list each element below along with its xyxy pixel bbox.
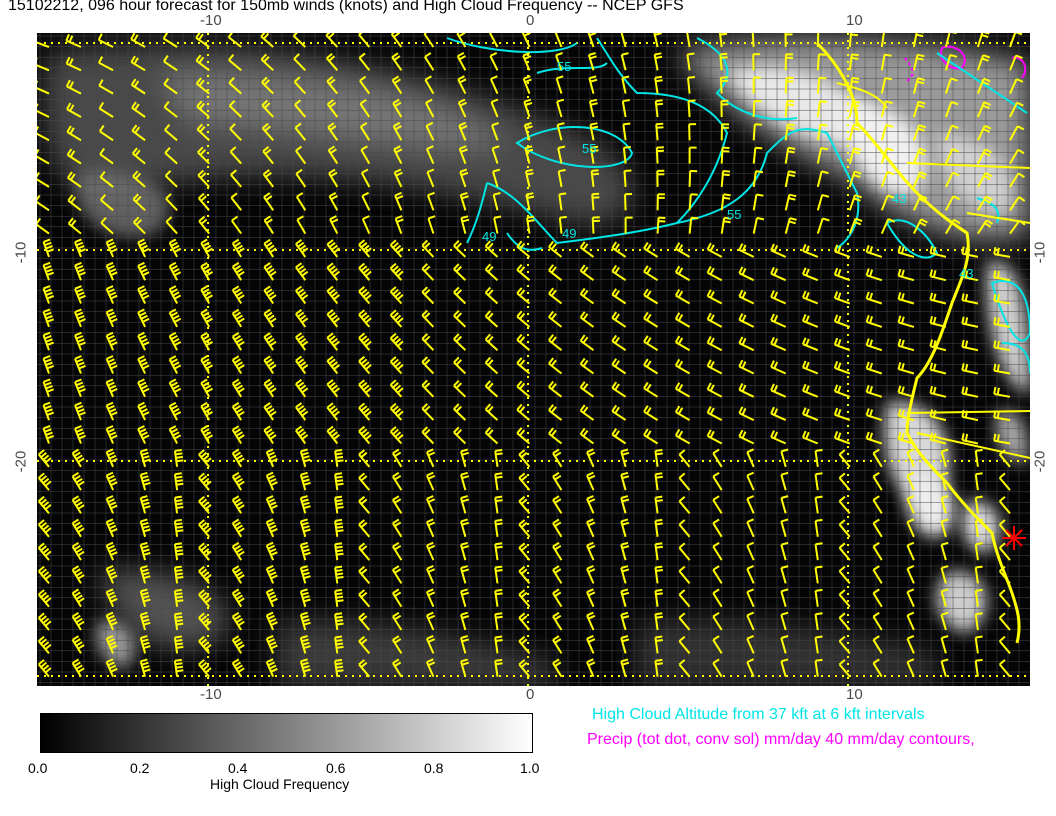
colorbar bbox=[40, 713, 533, 753]
contour-label: 43 bbox=[959, 266, 973, 281]
contour-label: 49 bbox=[562, 226, 576, 241]
x-tick-bottom-0: 0 bbox=[526, 686, 535, 703]
contour-label: 43 bbox=[892, 191, 906, 206]
contour-label: 55 bbox=[727, 207, 741, 222]
contour-label: 49 bbox=[482, 229, 496, 244]
colorbar-tick: 0.4 bbox=[228, 760, 248, 776]
colorbar-tick: 1.0 bbox=[520, 760, 540, 776]
contour-label: 55 bbox=[557, 59, 571, 74]
contour-label: 55 bbox=[582, 141, 596, 156]
x-tick-bottom-minus10: -10 bbox=[200, 686, 222, 703]
colorbar-tick: 0.8 bbox=[424, 760, 444, 776]
y-tick-left-minus20: -20 bbox=[12, 450, 30, 473]
y-tick-left-minus10: -10 bbox=[12, 241, 30, 264]
legend-cloud-altitude: High Cloud Altitude from 37 kft at 6 kft… bbox=[592, 706, 925, 723]
x-tick-top-10: 10 bbox=[846, 12, 863, 29]
map-panel: 55 55 49 55 49 43 43 bbox=[37, 33, 1030, 686]
colorbar-label: High Cloud Frequency bbox=[210, 776, 350, 792]
x-tick-bottom-10: 10 bbox=[846, 686, 863, 703]
y-tick-right-minus10: -10 bbox=[1031, 241, 1049, 264]
colorbar-tick: 0.0 bbox=[28, 760, 48, 776]
y-tick-right-minus20: -20 bbox=[1031, 450, 1049, 473]
x-tick-top-minus10: -10 bbox=[200, 12, 222, 29]
map-canvas: 55 55 49 55 49 43 43 bbox=[37, 33, 1030, 686]
chart-title: 15102212, 096 hour forecast for 150mb wi… bbox=[8, 0, 684, 14]
legend-precip: Precip (tot dot, conv sol) mm/day 40 mm/… bbox=[587, 731, 975, 748]
x-tick-top-0: 0 bbox=[526, 12, 535, 29]
colorbar-tick: 0.2 bbox=[130, 760, 150, 776]
colorbar-tick: 0.6 bbox=[326, 760, 346, 776]
